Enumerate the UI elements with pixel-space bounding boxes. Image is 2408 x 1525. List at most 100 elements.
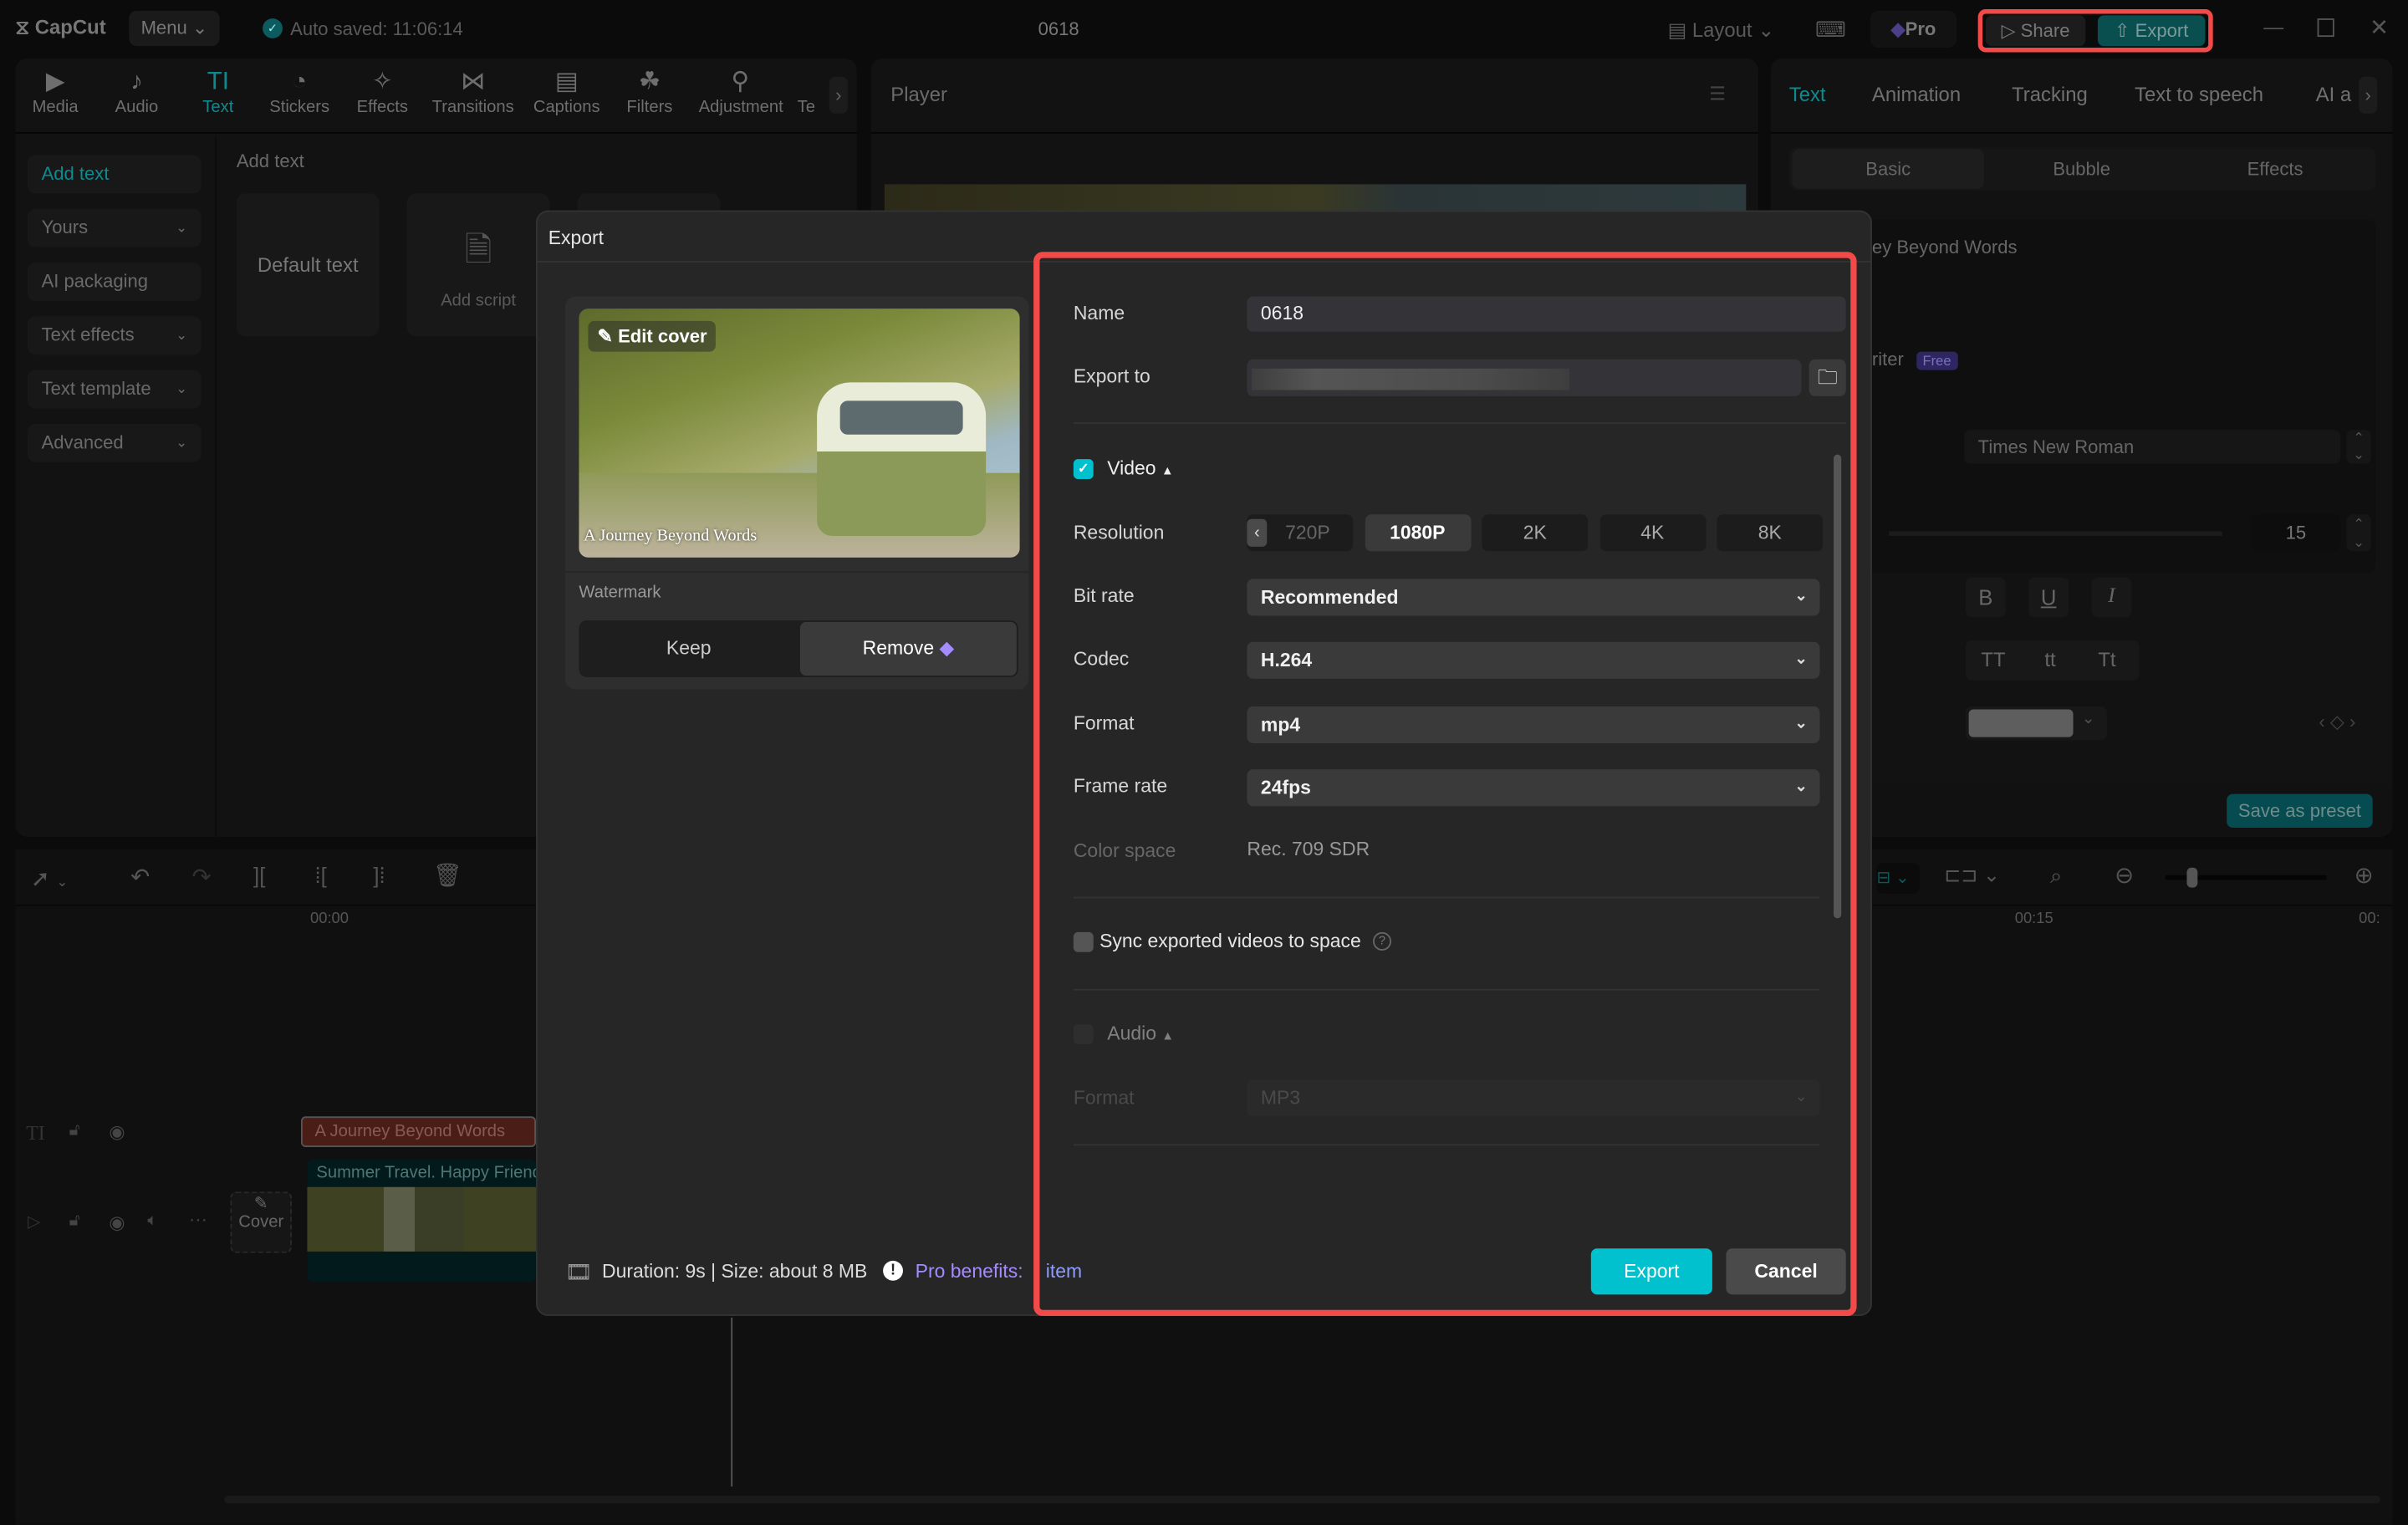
toolbar-next-button[interactable]: › bbox=[829, 76, 848, 114]
select-tool-icon[interactable]: ➚ ⌄ bbox=[31, 865, 69, 892]
tabs-next-button[interactable]: › bbox=[2359, 76, 2378, 114]
font-select[interactable]: Times New Roman bbox=[1964, 430, 2341, 464]
export-path-input[interactable] bbox=[1247, 359, 1802, 396]
toolbar-item-transitions[interactable]: ⋈ Transitions bbox=[431, 68, 514, 117]
toolbar-item-filters[interactable]: ☘ Filters bbox=[608, 68, 691, 117]
hamburger-icon[interactable]: ☰ bbox=[1709, 83, 1726, 105]
video-clip[interactable]: Summer Travel. Happy Friends bbox=[307, 1159, 537, 1283]
sync-checkbox[interactable] bbox=[1073, 931, 1094, 952]
toolbar-item-te[interactable]: Te bbox=[795, 68, 817, 117]
lock-icon[interactable]: 🔓︎ bbox=[69, 1211, 80, 1232]
codec-select[interactable]: H.264 ⌄ bbox=[1247, 641, 1820, 679]
font-stepper-icon[interactable]: ⌃ ⌄ bbox=[2346, 430, 2371, 464]
cancel-button[interactable]: Cancel bbox=[1726, 1248, 1846, 1295]
layout-button[interactable]: ▤ Layout ⌄ bbox=[1668, 18, 1775, 43]
playhead[interactable] bbox=[731, 1317, 733, 1487]
toolbar-item-text[interactable]: TI Text bbox=[176, 68, 259, 117]
subtab-effects[interactable]: Effects bbox=[2179, 149, 2371, 189]
zoom-in-icon[interactable]: ⊕ bbox=[2354, 861, 2374, 889]
text-clip[interactable]: A Journey Beyond Words bbox=[300, 1116, 537, 1148]
preview-zoom-icon[interactable]: ⌕ bbox=[2050, 863, 2062, 889]
toolbar-item-stickers[interactable]: ◔ Stickers bbox=[258, 68, 341, 117]
more-icon[interactable]: ··· bbox=[189, 1208, 207, 1230]
zoom-out-icon[interactable]: ⊖ bbox=[2115, 861, 2134, 889]
tab-ai-a[interactable]: AI a bbox=[2316, 83, 2351, 106]
bitrate-select[interactable]: Recommended ⌄ bbox=[1247, 579, 1820, 616]
size-stepper-icon[interactable]: ⌃ ⌄ bbox=[2346, 514, 2371, 552]
case-tt-button[interactable]: tt bbox=[2027, 640, 2073, 681]
chevron-left-icon[interactable]: ‹ bbox=[1247, 518, 1268, 547]
format-select[interactable]: mp4 ⌄ bbox=[1247, 706, 1820, 743]
trim-right-icon[interactable]: ]⁞ bbox=[373, 863, 385, 887]
keyframe-icon[interactable]: ‹ ◇ › bbox=[2319, 711, 2355, 732]
resolution-8k[interactable]: 8K bbox=[1717, 514, 1824, 552]
sidebar-item-add-text[interactable]: Add text bbox=[28, 155, 202, 194]
zoom-slider-handle[interactable] bbox=[2186, 867, 2198, 888]
tab-tracking[interactable]: Tracking bbox=[2012, 83, 2088, 106]
shortcut-icon[interactable]: ⌨ bbox=[1815, 17, 1846, 43]
zoom-slider[interactable] bbox=[2165, 867, 2327, 888]
menu-button[interactable]: Menu ⌄ bbox=[129, 10, 220, 47]
video-section-toggle[interactable]: Video ▲ bbox=[1107, 457, 1173, 479]
sidebar-item-text-effects[interactable]: Text effects ⌄ bbox=[28, 316, 202, 355]
color-picker[interactable]: ⌄ bbox=[1965, 706, 2107, 741]
style-bold-button[interactable]: B bbox=[1965, 577, 2006, 618]
export-button[interactable]: Export bbox=[1590, 1248, 1712, 1295]
sidebar-item-advanced[interactable]: Advanced ⌄ bbox=[28, 423, 202, 462]
eye-icon[interactable]: ◉ bbox=[109, 1211, 125, 1233]
delete-icon[interactable]: 🗑 bbox=[433, 861, 462, 889]
case-tt-button[interactable]: TT bbox=[1970, 640, 2016, 681]
resolution-2k[interactable]: 2K bbox=[1482, 514, 1589, 552]
toolbar-item-captions[interactable]: ▤ Captions bbox=[525, 68, 608, 117]
save-preset-button[interactable]: Save as preset bbox=[2227, 793, 2373, 828]
toolbar-item-media[interactable]: ▶ Media bbox=[14, 68, 97, 117]
info-icon[interactable]: ! bbox=[883, 1260, 903, 1281]
font-size-slider[interactable] bbox=[1889, 531, 2222, 537]
trim-left-icon[interactable]: ⁞[ bbox=[315, 863, 327, 887]
settings-scrollbar[interactable] bbox=[1834, 454, 1842, 919]
video-checkbox[interactable]: ✓ bbox=[1073, 459, 1094, 480]
font-size-input[interactable]: 15 bbox=[2251, 514, 2341, 552]
cover-button[interactable]: ✎ Cover bbox=[230, 1191, 292, 1253]
export-top-button[interactable]: ⇧ Export bbox=[2097, 15, 2206, 47]
eye-icon[interactable]: ◉ bbox=[109, 1121, 125, 1143]
toolbar-item-adjustment[interactable]: ⚲ Adjustment bbox=[699, 68, 783, 117]
subtab-basic[interactable]: Basic bbox=[1792, 149, 1985, 189]
magnet-toggle[interactable]: ⊟ ⌄ bbox=[1876, 863, 1920, 894]
sidebar-item-text-template[interactable]: Text template ⌄ bbox=[28, 370, 202, 409]
audio-checkbox[interactable] bbox=[1073, 1024, 1094, 1044]
edit-cover-button[interactable]: ✎ Edit cover bbox=[588, 320, 717, 352]
framerate-select[interactable]: 24fps ⌄ bbox=[1247, 769, 1820, 807]
toolbar-item-audio[interactable]: ♪ Audio bbox=[95, 68, 178, 117]
lock-icon[interactable]: 🔓︎ bbox=[69, 1121, 80, 1141]
tab-text-to-speech[interactable]: Text to speech bbox=[2135, 83, 2263, 106]
audio-format-select[interactable]: MP3 ⌄ bbox=[1247, 1079, 1820, 1117]
keep-watermark-button[interactable]: Keep bbox=[579, 620, 798, 677]
tab-text[interactable]: Text bbox=[1789, 83, 1826, 106]
style-italic-button[interactable]: I bbox=[2091, 577, 2132, 618]
pro-button[interactable]: ◆Pro bbox=[1870, 10, 1956, 48]
default-text-card[interactable]: Default text bbox=[236, 193, 380, 337]
resolution-1080p[interactable]: 1080P bbox=[1364, 514, 1471, 552]
split-icon[interactable]: ][ bbox=[253, 863, 265, 887]
help-icon[interactable]: ? bbox=[1373, 931, 1392, 951]
snap-icon[interactable]: ⊏⊐ ⌄ bbox=[1944, 863, 2000, 887]
add-script-card[interactable]: 🗎 Add script bbox=[406, 193, 550, 337]
sidebar-item-ai-packaging[interactable]: AI packaging bbox=[28, 263, 202, 301]
subtab-bubble[interactable]: Bubble bbox=[1986, 149, 2178, 189]
toolbar-item-effects[interactable]: ✧ Effects bbox=[341, 68, 424, 117]
case-tt-button[interactable]: Tt bbox=[2084, 640, 2130, 681]
undo-icon[interactable]: ↶ bbox=[130, 863, 150, 890]
maximize-button[interactable] bbox=[2317, 18, 2334, 38]
resolution-4k[interactable]: 4K bbox=[1599, 514, 1706, 552]
remove-watermark-button[interactable]: Remove ◆ bbox=[799, 621, 1017, 676]
name-input[interactable]: 0618 bbox=[1247, 296, 1846, 332]
folder-icon[interactable]: 🗀 bbox=[1809, 359, 1846, 396]
close-window-button[interactable]: ✕ bbox=[2370, 14, 2389, 41]
sidebar-item-yours[interactable]: Yours ⌄ bbox=[28, 208, 202, 247]
audio-section-toggle[interactable]: Audio ▲ bbox=[1107, 1023, 1174, 1044]
share-button[interactable]: ▷ Share bbox=[1985, 15, 2086, 47]
volume-icon[interactable]: 🔈︎ bbox=[147, 1211, 157, 1232]
horizontal-scrollbar[interactable] bbox=[224, 1495, 2380, 1504]
cover-image[interactable]: ✎ Edit cover A Journey Beyond Words bbox=[579, 309, 1020, 558]
